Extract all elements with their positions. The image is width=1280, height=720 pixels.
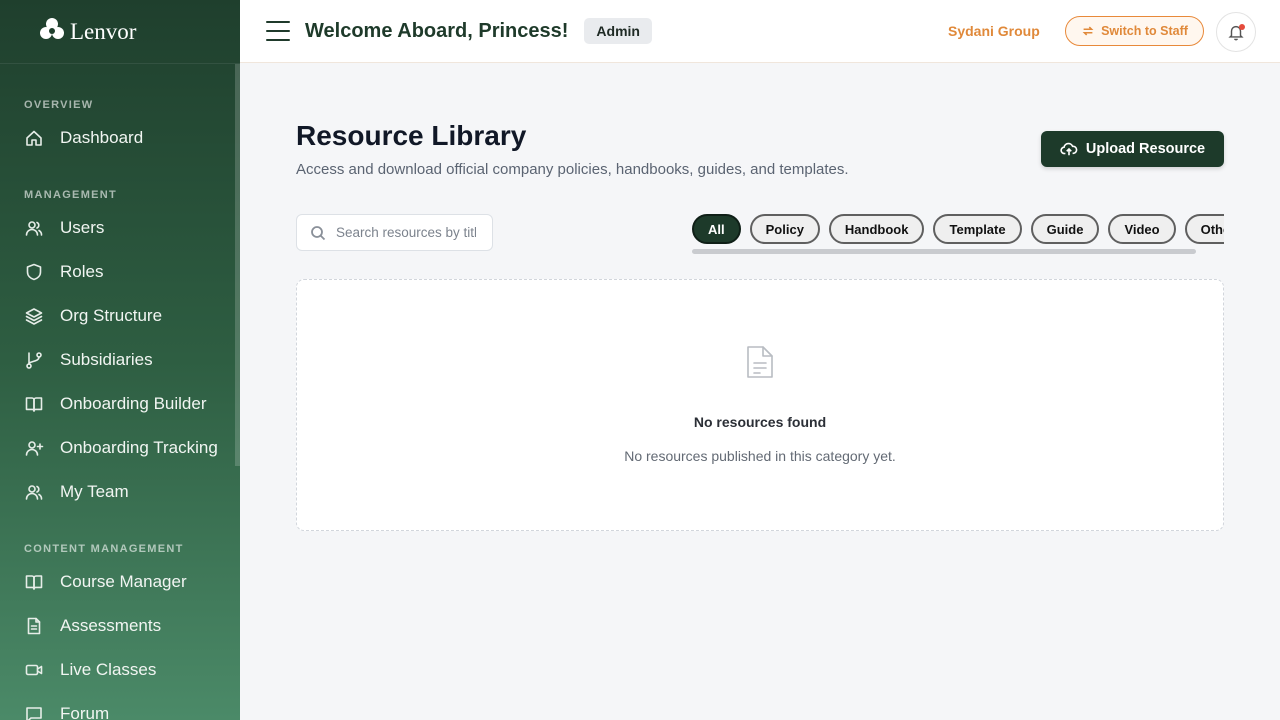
brand[interactable]: Lenvor <box>0 0 240 64</box>
sidebar-item-org-structure[interactable]: Org Structure <box>0 294 235 338</box>
welcome-title: Welcome Aboard, Princess! <box>305 19 569 42</box>
filter-chip-other[interactable]: Other <box>1184 214 1224 244</box>
empty-state-title: No resources found <box>693 414 827 430</box>
sidebar-item-label: Onboarding Tracking <box>60 438 218 457</box>
sidebar-section: CONTENT MANAGEMENT Course Manager Assess… <box>0 540 235 720</box>
upload-resource-button[interactable]: Upload Resource <box>1041 131 1224 167</box>
filter-chip-video[interactable]: Video <box>1108 214 1176 244</box>
sidebar-item-label: Subsidiaries <box>60 350 153 369</box>
message-square-icon <box>24 704 44 720</box>
sidebar-item-label: Assessments <box>60 616 162 635</box>
sidebar-section: OVERVIEW Dashboard <box>0 96 235 160</box>
shield-icon <box>24 262 44 282</box>
notification-dot <box>1239 24 1245 30</box>
users-icon <box>24 482 44 502</box>
search-input[interactable] <box>336 225 476 240</box>
company-name[interactable]: Sydani Group <box>948 23 1040 39</box>
sidebar-item-live-classes[interactable]: Live Classes <box>0 648 235 692</box>
document-icon <box>744 344 776 380</box>
sidebar-item-assessments[interactable]: Assessments <box>0 604 235 648</box>
filter-chip-template[interactable]: Template <box>933 214 1022 244</box>
filter-chip-guide[interactable]: Guide <box>1030 214 1100 244</box>
file-text-icon <box>24 616 44 636</box>
empty-state: No resources found No resources publishe… <box>296 279 1224 531</box>
git-branch-icon <box>24 350 44 370</box>
filter-scrollbar[interactable] <box>692 249 1196 254</box>
sidebar-section-label: MANAGEMENT <box>24 189 118 201</box>
repeat-icon <box>1082 26 1094 36</box>
sidebar-item-label: Live Classes <box>60 660 157 679</box>
filter-chip-all[interactable]: All <box>692 214 741 244</box>
user-plus-icon <box>24 438 44 458</box>
sidebar-section-label: OVERVIEW <box>24 99 94 111</box>
sidebar-item-onboarding-builder[interactable]: Onboarding Builder <box>0 382 235 426</box>
sidebar-item-onboarding-tracking[interactable]: Onboarding Tracking <box>0 426 235 470</box>
sidebar-item-label: Forum <box>60 704 110 720</box>
sidebar-section: MANAGEMENT Users Roles Org Structure Sub… <box>0 186 235 514</box>
switch-to-staff-button[interactable]: Switch to Staff <box>1065 16 1204 46</box>
sidebar-item-roles[interactable]: Roles <box>0 250 235 294</box>
upload-resource-label: Upload Resource <box>1085 141 1206 157</box>
menu-toggle-icon[interactable] <box>266 21 290 41</box>
filter-chip-policy[interactable]: Policy <box>749 214 820 244</box>
sidebar: Lenvor OVERVIEW Dashboard MANAGEMENT Use… <box>0 0 240 720</box>
book-open-icon <box>24 394 44 414</box>
sidebar-item-label: My Team <box>60 482 129 501</box>
filter-chips: All Policy Handbook Template Guide Video Other <box>692 214 1224 256</box>
home-icon <box>24 128 44 148</box>
sidebar-item-users[interactable]: Users <box>0 206 235 250</box>
page-title: Resource Library <box>296 120 527 151</box>
sidebar-item-label: Roles <box>60 262 104 281</box>
search-box <box>296 214 493 251</box>
top-header: Welcome Aboard, Princess! Admin Sydani G… <box>240 0 1280 63</box>
role-badge: Admin <box>584 18 652 44</box>
book-open-icon <box>24 572 44 592</box>
sidebar-item-subsidiaries[interactable]: Subsidiaries <box>0 338 235 382</box>
sidebar-item-label: Onboarding Builder <box>60 394 207 413</box>
search-icon <box>311 225 326 240</box>
sidebar-item-course-manager[interactable]: Course Manager <box>0 560 235 604</box>
sidebar-item-forum[interactable]: Forum <box>0 692 235 720</box>
page-subtitle: Access and download official company pol… <box>296 161 849 178</box>
layers-icon <box>24 306 44 326</box>
sidebar-item-label: Course Manager <box>60 572 187 591</box>
sidebar-item-dashboard[interactable]: Dashboard <box>0 116 235 160</box>
sidebar-item-label: Users <box>60 218 105 237</box>
sidebar-section-label: CONTENT MANAGEMENT <box>24 543 184 555</box>
notifications-button[interactable] <box>1216 12 1256 52</box>
switch-to-staff-label: Switch to Staff <box>1101 24 1188 38</box>
brand-name: Lenvor <box>70 18 137 44</box>
video-icon <box>24 660 44 680</box>
sidebar-item-my-team[interactable]: My Team <box>0 470 235 514</box>
sidebar-item-label: Dashboard <box>60 128 144 147</box>
sidebar-scrollbar[interactable] <box>235 64 240 466</box>
filter-chip-handbook[interactable]: Handbook <box>828 214 925 244</box>
cloud-upload-icon <box>1060 142 1078 156</box>
sidebar-item-label: Org Structure <box>60 306 163 325</box>
empty-state-message: No resources published in this category … <box>624 448 896 464</box>
logo-icon <box>38 15 66 48</box>
users-icon <box>24 218 44 238</box>
